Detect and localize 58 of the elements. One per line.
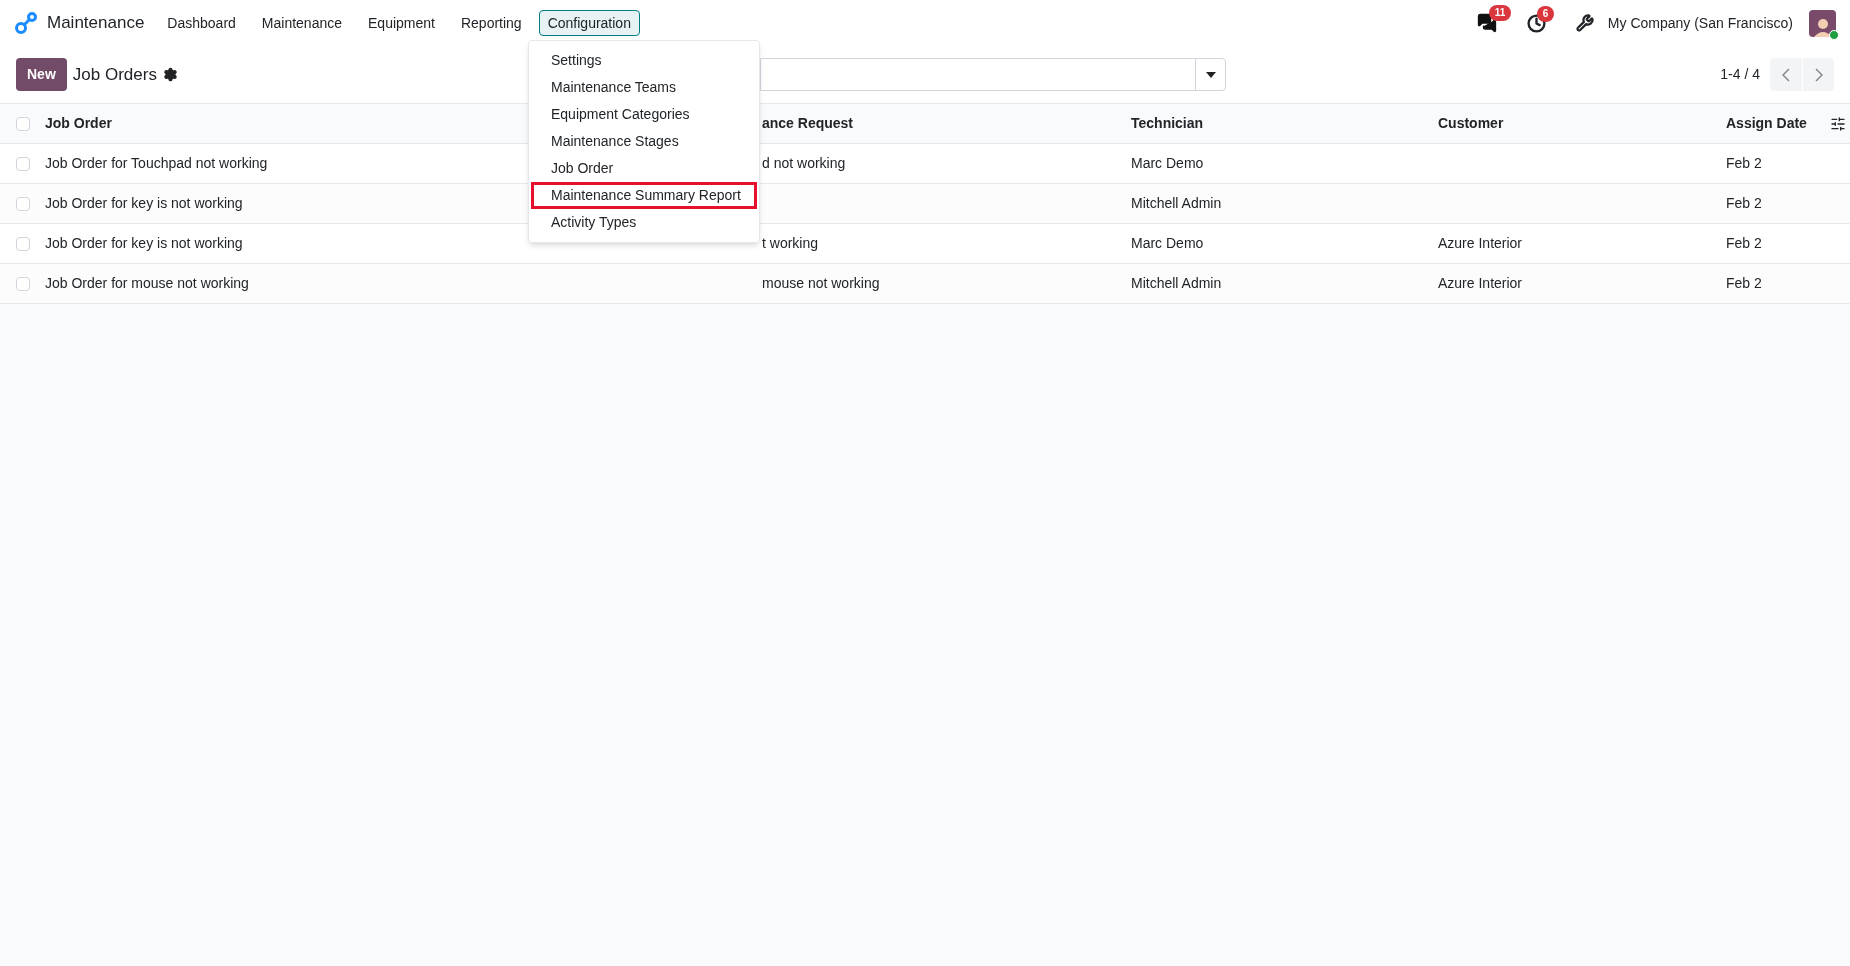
menu-tab[interactable]: Equipment	[359, 10, 444, 36]
count-badge: 11	[1488, 5, 1512, 21]
next-button[interactable]	[1802, 58, 1834, 91]
menu-tab[interactable]: Dashboard	[158, 10, 245, 36]
menu-item[interactable]: Maintenance Teams	[531, 74, 757, 101]
table-cell: Job Order for Touchpad not working	[45, 155, 268, 171]
table-cell: Feb 2	[1726, 275, 1762, 291]
column-options-icon[interactable]	[1830, 115, 1846, 132]
table-cell: Job Order for mouse not working	[45, 275, 249, 291]
menu-item[interactable]: Job Order	[531, 155, 757, 182]
column-header[interactable]: Assign Date	[1726, 113, 1807, 134]
count-badge: 6	[1536, 5, 1555, 22]
table-cell: mouse not working	[762, 275, 880, 291]
menu-item[interactable]: Maintenance Summary Report	[531, 182, 757, 209]
page-title[interactable]: Job Orders	[72, 61, 157, 88]
table-cell: Azure Interior	[1438, 275, 1523, 291]
table-cell: Job Order for key is not working	[45, 195, 243, 211]
tools-icon[interactable]	[1575, 14, 1594, 32]
caret-icon	[1205, 71, 1216, 78]
table-cell: Azure Interior	[1438, 235, 1523, 251]
table-cell: Feb 2	[1726, 195, 1762, 211]
menu-tab[interactable]: Configuration	[538, 10, 640, 36]
select-all-checkbox[interactable]	[16, 116, 30, 131]
menu-item[interactable]: Equipment Categories	[531, 101, 757, 128]
table-cell: t working	[762, 235, 819, 251]
menu-item[interactable]: Activity Types	[531, 209, 757, 236]
table-cell: Feb 2	[1726, 235, 1762, 251]
table-cell: Marc Demo	[1131, 235, 1204, 251]
row-checkbox[interactable]	[16, 196, 30, 211]
settings-icon[interactable]	[162, 67, 178, 82]
menu-tab[interactable]: Maintenance	[252, 10, 351, 36]
table-cell: Mitchell Admin	[1131, 275, 1222, 291]
new-button[interactable]: New	[16, 58, 67, 91]
search-field[interactable]	[760, 58, 1226, 91]
column-header[interactable]: Job Order	[45, 113, 112, 134]
row-checkbox[interactable]	[16, 156, 30, 171]
table-cell: Job Order for key is not working	[45, 235, 243, 251]
pager-text: 1-4 / 4	[1720, 65, 1760, 84]
row-checkbox[interactable]	[16, 236, 30, 251]
chevron-right-icon	[1814, 67, 1823, 82]
company-switcher[interactable]: My Company (San Francisco)	[1607, 12, 1793, 34]
table-cell: Mitchell Admin	[1131, 195, 1222, 211]
table-cell: d not working	[762, 155, 846, 171]
table-cell: Marc Demo	[1131, 155, 1204, 171]
previous-button[interactable]	[1770, 58, 1802, 91]
chevron-left-icon	[1782, 67, 1790, 82]
menu-item[interactable]: Settings	[531, 47, 757, 74]
column-header[interactable]: ance Request	[762, 113, 854, 134]
menu-tab[interactable]: Reporting	[451, 10, 531, 36]
menu-item[interactable]: Maintenance Stages	[531, 128, 757, 155]
chat-icon[interactable]	[1476, 13, 1497, 33]
row-checkbox[interactable]	[16, 276, 30, 291]
table-cell: Feb 2	[1726, 155, 1762, 171]
user-avatar[interactable]	[1809, 9, 1836, 37]
app-name[interactable]: Maintenance	[47, 10, 145, 36]
app-logo-icon[interactable]	[14, 11, 38, 35]
column-header[interactable]: Customer	[1438, 113, 1504, 134]
column-header[interactable]: Technician	[1131, 113, 1204, 134]
